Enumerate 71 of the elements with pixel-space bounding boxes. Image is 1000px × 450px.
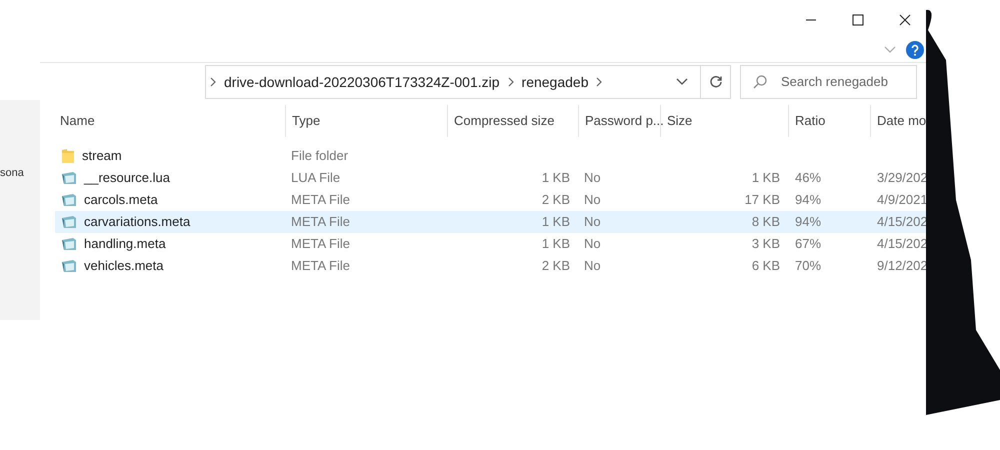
column-header[interactable]: Name — [60, 111, 95, 131]
compressed-size: 1 KB — [542, 214, 570, 230]
file-row[interactable]: carvariations.meta META File 1 KB No 8 KB 94% 4/15/202 — [55, 211, 928, 233]
file-type: META File — [291, 258, 350, 274]
cut-text: sona — [0, 166, 24, 181]
file-size: 6 KB — [752, 258, 780, 274]
password-value: No — [584, 258, 601, 274]
compressed-size: 1 KB — [542, 170, 570, 186]
file-size: 3 KB — [752, 236, 780, 252]
file-row[interactable]: vehicles.meta META File 2 KB No 6 KB 70% 9/12/202 — [55, 255, 928, 277]
chevron-right-icon — [596, 77, 602, 87]
dropdown-icon[interactable] — [676, 78, 688, 86]
password-value: No — [584, 236, 601, 252]
ratio-value: 94% — [795, 214, 822, 230]
file-icon — [61, 171, 77, 185]
file-row[interactable]: __resource.lua LUA File 1 KB No 1 KB 46% 3/29/202 — [55, 167, 928, 189]
password-value: No — [584, 170, 601, 186]
column-header[interactable]: Password p... — [585, 111, 664, 131]
search-field[interactable]: Search renegadeb — [740, 65, 917, 99]
file-size: 1 KB — [752, 170, 780, 186]
refresh-icon — [708, 75, 722, 89]
ratio-value: 46% — [795, 170, 822, 186]
maximize-icon[interactable] — [850, 13, 864, 27]
file-type: File folder — [291, 148, 348, 164]
folder-icon — [61, 148, 75, 164]
chevron-right-icon — [210, 77, 216, 87]
help-icon[interactable] — [906, 41, 924, 59]
column-header[interactable]: Compressed size — [454, 111, 554, 131]
file-icon — [61, 193, 77, 207]
address-bar[interactable]: drive-download-20220306T173324Z-001.zip renegadeb — [205, 65, 731, 99]
date-value: 3/29/202 — [877, 170, 928, 186]
file-name: __resource.lua — [84, 169, 170, 188]
date-value: 9/12/202 — [877, 258, 928, 274]
file-icon — [61, 259, 77, 273]
file-row[interactable]: stream File folder — [55, 145, 928, 167]
file-size: 8 KB — [752, 214, 780, 230]
breadcrumb[interactable]: drive-download-20220306T173324Z-001.zip — [224, 72, 500, 92]
search-icon — [753, 75, 767, 89]
file-icon — [61, 237, 77, 251]
date-value: 4/9/2021 — [877, 192, 928, 208]
ratio-value: 70% — [795, 258, 822, 274]
file-name: handling.meta — [84, 235, 166, 254]
file-name: carcols.meta — [84, 191, 158, 210]
password-value: No — [584, 192, 601, 208]
file-name: carvariations.meta — [84, 213, 190, 232]
compressed-size: 1 KB — [542, 236, 570, 252]
ratio-value: 94% — [795, 192, 822, 208]
file-name: stream — [82, 147, 122, 166]
file-icon — [61, 215, 77, 229]
breadcrumb[interactable]: renegadeb — [522, 72, 588, 92]
file-type: LUA File — [291, 170, 340, 186]
file-type: META File — [291, 214, 350, 230]
file-name: vehicles.meta — [84, 257, 164, 276]
ratio-value: 67% — [795, 236, 822, 252]
compressed-size: 2 KB — [542, 258, 570, 274]
date-value: 4/15/202 — [877, 236, 928, 252]
file-size: 17 KB — [744, 192, 780, 208]
password-value: No — [584, 214, 601, 230]
column-header[interactable]: Ratio — [795, 111, 826, 131]
column-header[interactable]: Type — [292, 111, 320, 131]
column-header[interactable]: Size — [667, 111, 692, 131]
chevron-right-icon — [508, 77, 514, 87]
search-placeholder: Search renegadeb — [781, 73, 888, 92]
compressed-size: 2 KB — [542, 192, 570, 208]
close-icon[interactable] — [898, 13, 912, 27]
file-type: META File — [291, 236, 350, 252]
file-row[interactable]: carcols.meta META File 2 KB No 17 KB 94% 4/9/2021 — [55, 189, 928, 211]
column-header[interactable]: Date mo — [877, 111, 926, 131]
file-row[interactable]: handling.meta META File 1 KB No 3 KB 67% 4/15/202 — [55, 233, 928, 255]
file-type: META File — [291, 192, 350, 208]
date-value: 4/15/202 — [877, 214, 928, 230]
